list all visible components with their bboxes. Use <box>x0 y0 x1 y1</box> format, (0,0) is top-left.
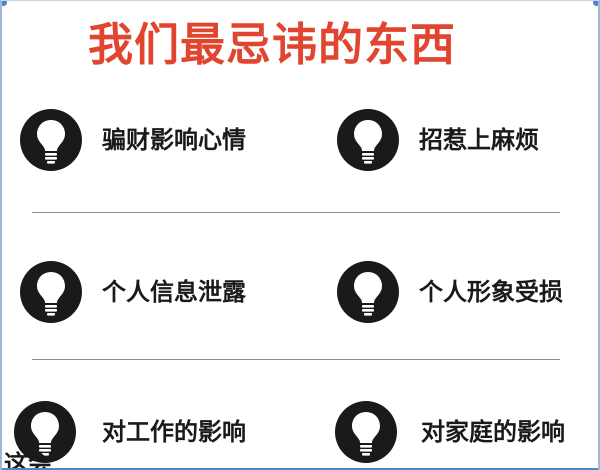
item-label: 个人形象受损 <box>419 278 563 306</box>
cut-off-caption: 这会 <box>4 450 52 470</box>
list-item: 个人形象受损 <box>337 257 563 327</box>
lightbulb-icon <box>335 401 397 463</box>
lightbulb-icon <box>337 109 399 171</box>
item-label: 对家庭的影响 <box>421 418 565 446</box>
taboo-list: 骗财影响心情 招惹上麻烦 个人信息泄露 个人形象受损 对工作的影响 对家庭的影响 <box>2 1 598 470</box>
lightbulb-icon <box>20 109 82 171</box>
item-label: 招惹上麻烦 <box>419 126 539 154</box>
lightbulb-icon <box>20 261 82 323</box>
item-label: 个人信息泄露 <box>102 278 246 306</box>
row-divider <box>32 359 560 360</box>
list-item: 对家庭的影响 <box>335 397 565 467</box>
item-label: 骗财影响心情 <box>102 126 246 154</box>
slide-frame: 我们最忌讳的东西 骗财影响心情 招惹上麻烦 个人信息泄露 个人形象受损 对工作的… <box>0 0 600 470</box>
row-divider <box>32 212 560 213</box>
list-item: 骗财影响心情 <box>20 105 246 175</box>
list-item: 招惹上麻烦 <box>337 105 539 175</box>
item-label: 对工作的影响 <box>102 418 246 446</box>
list-item: 个人信息泄露 <box>20 257 246 327</box>
lightbulb-icon <box>337 261 399 323</box>
